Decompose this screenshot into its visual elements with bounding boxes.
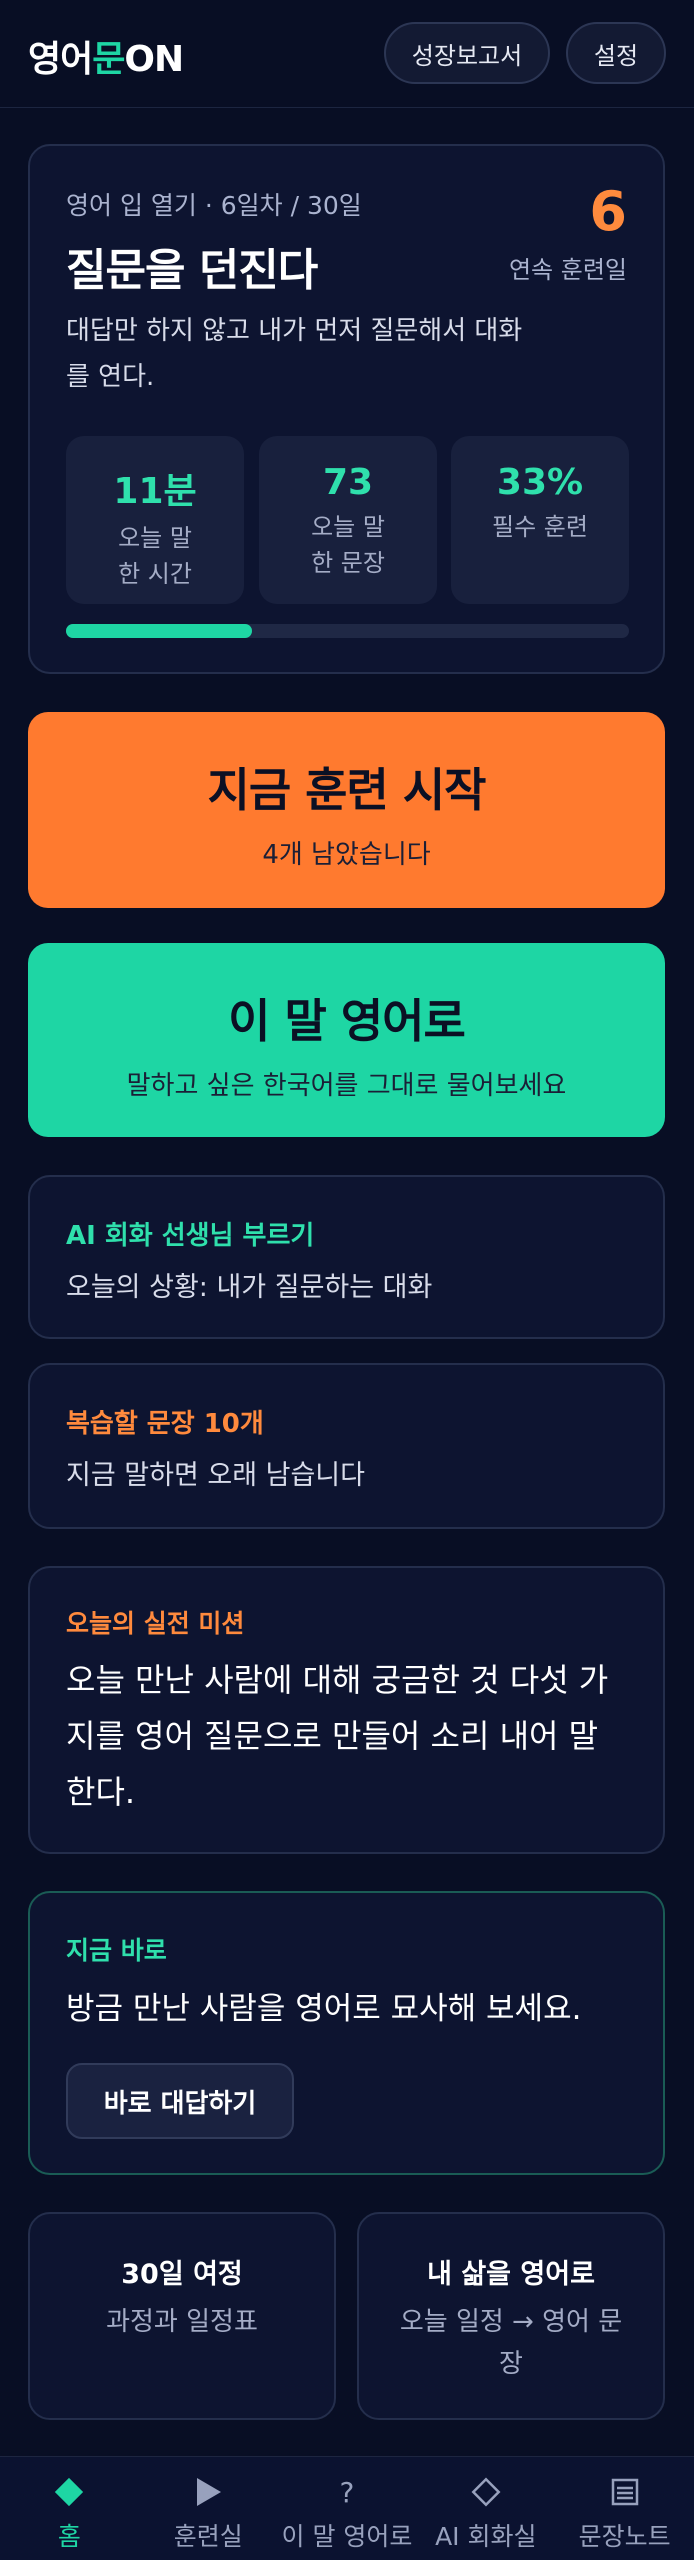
now-card: 지금 바로 방금 만난 사람을 영어로 묘사해 보세요. 바로 대답하기 <box>28 1891 665 2175</box>
mission-card: 오늘의 실전 미션 오늘 만난 사람에 대해 궁금한 것 다섯 가지를 영어 질… <box>28 1566 665 1854</box>
nav-item-home[interactable]: 홈 <box>0 2457 139 2560</box>
mission-text: 오늘 만난 사람에 대해 궁금한 것 다섯 가지를 영어 질문으로 만들어 소리… <box>66 1661 609 1811</box>
start-training-button[interactable]: 지금 훈련 시작 4개 남았습니다 <box>28 712 665 908</box>
nav-item-translate[interactable]: ? 이 말 영어로 <box>278 2457 417 2560</box>
diamond-outline-icon <box>416 2471 555 2513</box>
nav-item-training-room[interactable]: 훈련실 <box>139 2457 278 2560</box>
review-title: 복습할 문장 10개 <box>66 1409 264 1439</box>
question-icon: ? <box>339 2475 355 2509</box>
lesson-meta: 영어 입 열기 · 6일차 / 30일 <box>66 191 362 220</box>
lesson-description: 대답만 하지 않고 내가 먼저 질문해서 대화를 연다. <box>66 316 523 392</box>
app-header: 영어문ON 성장보고서 설정 <box>0 0 694 108</box>
stat-value: 11분 <box>113 471 197 512</box>
ai-tutor-title: AI 회화 선생님 부르기 <box>66 1221 315 1251</box>
life-in-english-card[interactable]: 내 삶을 영어로 오늘 일정 → 영어 문장 <box>357 2212 665 2420</box>
journey-card[interactable]: 30일 여정 과정과 일정표 <box>28 2212 336 2420</box>
nav-label: 훈련실 <box>173 2522 243 2551</box>
review-text: 지금 말하면 오래 남습니다 <box>66 1460 365 1491</box>
logo-part2: ON <box>124 39 184 80</box>
translate-subtitle: 말하고 싶은 한국어를 그대로 물어보세요 <box>126 1071 567 1101</box>
growth-report-button[interactable]: 성장보고서 <box>384 22 550 84</box>
bottom-nav: 홈 훈련실 ? 이 말 영어로 AI 회화실 문장노트 <box>0 2456 694 2560</box>
journey-title: 30일 여정 <box>121 2259 243 2290</box>
nav-label: AI 회화실 <box>435 2522 537 2551</box>
start-training-title: 지금 훈련 시작 <box>207 763 487 817</box>
nav-label: 문장노트 <box>578 2522 671 2551</box>
notes-icon <box>555 2471 694 2513</box>
stat-value: 73 <box>322 462 374 503</box>
play-icon <box>139 2471 278 2513</box>
nav-label: 이 말 영어로 <box>281 2522 413 2551</box>
now-title: 지금 바로 <box>66 1936 167 1965</box>
ai-tutor-text: 오늘의 상황: 내가 질문하는 대화 <box>66 1272 433 1303</box>
progress-fill <box>66 624 252 638</box>
lesson-title: 질문을 던진다 <box>66 245 318 296</box>
mission-title: 오늘의 실전 미션 <box>66 1609 245 1638</box>
life-text: 오늘 일정 → 영어 문장 <box>399 2307 623 2379</box>
progress-bar <box>66 624 629 638</box>
nav-item-ai-conversation[interactable]: AI 회화실 <box>416 2457 555 2560</box>
start-training-subtitle: 4개 남았습니다 <box>262 840 431 870</box>
app-logo[interactable]: 영어문ON <box>28 30 184 82</box>
stat-required-training: 33% 필수 훈련 <box>451 436 629 604</box>
now-text: 방금 만난 사람을 영어로 묘사해 보세요. <box>66 1991 582 2027</box>
stat-label: 오늘 말한 시간 <box>118 524 192 588</box>
translate-title: 이 말 영어로 <box>228 994 466 1048</box>
stat-sentences: 73 오늘 말한 문장 <box>259 436 437 604</box>
nav-item-sentence-notes[interactable]: 문장노트 <box>555 2457 694 2560</box>
ai-tutor-card[interactable]: AI 회화 선생님 부르기 오늘의 상황: 내가 질문하는 대화 <box>28 1175 665 1339</box>
stat-value: 33% <box>496 462 584 503</box>
translate-button[interactable]: 이 말 영어로 말하고 싶은 한국어를 그대로 물어보세요 <box>28 943 665 1137</box>
answer-now-button[interactable]: 바로 대답하기 <box>66 2063 294 2139</box>
logo-accent: 문 <box>92 39 125 80</box>
stat-label: 필수 훈련 <box>492 513 588 541</box>
life-title: 내 삶을 영어로 <box>427 2259 595 2290</box>
stat-label: 오늘 말한 문장 <box>311 513 385 577</box>
journey-text: 과정과 일정표 <box>106 2307 258 2337</box>
stat-speaking-time: 11분 오늘 말한 시간 <box>66 436 244 604</box>
logo-part1: 영어 <box>28 39 93 80</box>
review-card[interactable]: 복습할 문장 10개 지금 말하면 오래 남습니다 <box>28 1363 665 1529</box>
streak-label: 연속 훈련일 <box>508 256 627 284</box>
streak-count: 6 <box>589 180 627 243</box>
today-lesson-card: 영어 입 열기 · 6일차 / 30일 질문을 던진다 6 연속 훈련일 대답만… <box>28 144 665 674</box>
diamond-filled-icon <box>0 2471 139 2513</box>
settings-button[interactable]: 설정 <box>566 22 666 84</box>
nav-label: 홈 <box>57 2522 81 2551</box>
